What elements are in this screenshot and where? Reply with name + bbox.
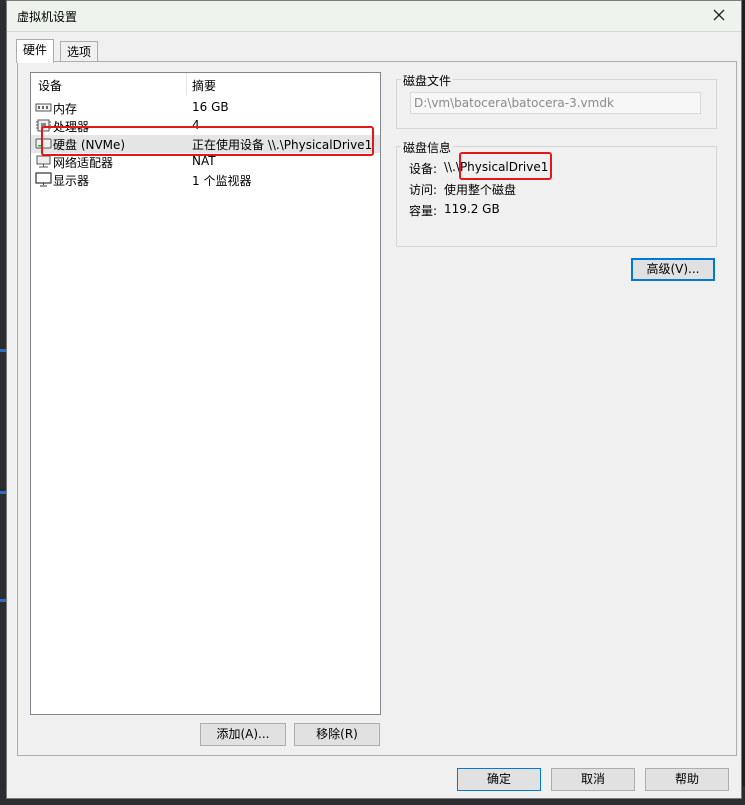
column-header-device[interactable]: 设备 xyxy=(38,77,62,94)
device-row-memory[interactable]: 内存 16 GB xyxy=(31,99,380,117)
cancel-button[interactable]: 取消 xyxy=(551,768,635,791)
advanced-button[interactable]: 高级(V)... xyxy=(631,258,715,281)
column-divider[interactable] xyxy=(186,73,187,95)
close-icon xyxy=(713,9,725,21)
device-row-display[interactable]: 显示器 1 个监视器 xyxy=(31,171,380,189)
remove-button[interactable]: 移除(R) xyxy=(294,723,380,746)
device-summary: 正在使用设备 \\.\PhysicalDrive1 xyxy=(192,138,373,152)
device-row-network-adapter[interactable]: 网络适配器 NAT xyxy=(31,153,380,171)
device-value: \\.\PhysicalDrive1 xyxy=(444,160,549,174)
help-button[interactable]: 帮助 xyxy=(645,768,729,791)
device-name: 处理器 xyxy=(53,120,90,134)
column-header-summary[interactable]: 摘要 xyxy=(192,77,216,94)
device-name: 内存 xyxy=(53,102,78,116)
disk-file-label: 磁盘文件 xyxy=(401,72,454,89)
device-name: 显示器 xyxy=(53,174,90,188)
device-summary: 4 xyxy=(192,118,200,132)
device-name: 硬盘 (NVMe) xyxy=(53,138,126,152)
access-label: 访问: xyxy=(409,183,438,197)
capacity-label: 容量: xyxy=(409,204,438,218)
device-list[interactable]: 设备 摘要 内存 16 GB 处理器 4 硬盘 (NVMe) 正在使用设备 \\… xyxy=(30,72,381,715)
tab-hardware[interactable]: 硬件 xyxy=(16,39,55,63)
processor-icon xyxy=(36,119,51,132)
disk-file-field[interactable]: D:\vm\batocera\batocera-3.vmdk xyxy=(410,92,701,114)
device-row-processor[interactable]: 处理器 4 xyxy=(31,117,380,135)
device-summary: 1 个监视器 xyxy=(192,174,252,188)
tab-options[interactable]: 选项 xyxy=(60,41,99,62)
access-value: 使用整个磁盘 xyxy=(444,183,517,197)
display-icon xyxy=(35,172,52,187)
list-header: 设备 摘要 xyxy=(31,73,380,95)
capacity-value: 119.2 GB xyxy=(444,202,500,216)
close-button[interactable] xyxy=(709,5,729,25)
device-summary: NAT xyxy=(192,154,216,168)
vm-settings-dialog: 虚拟机设置 硬件 选项 设备 摘要 内存 16 GB 处理器 4 硬盘 (NVM… xyxy=(6,0,742,799)
device-summary: 16 GB xyxy=(192,100,229,114)
device-label: 设备: xyxy=(409,162,438,176)
device-row-hard-disk[interactable]: 硬盘 (NVMe) 正在使用设备 \\.\PhysicalDrive1 xyxy=(31,135,380,153)
hard-disk-icon xyxy=(35,138,52,149)
device-name: 网络适配器 xyxy=(53,156,114,170)
ok-button[interactable]: 确定 xyxy=(457,768,541,791)
memory-icon xyxy=(35,103,52,112)
disk-info-label: 磁盘信息 xyxy=(401,139,454,156)
window-title: 虚拟机设置 xyxy=(17,10,78,24)
network-adapter-icon xyxy=(36,155,51,168)
title-bar: 虚拟机设置 xyxy=(7,1,741,32)
add-button[interactable]: 添加(A)... xyxy=(200,723,286,746)
